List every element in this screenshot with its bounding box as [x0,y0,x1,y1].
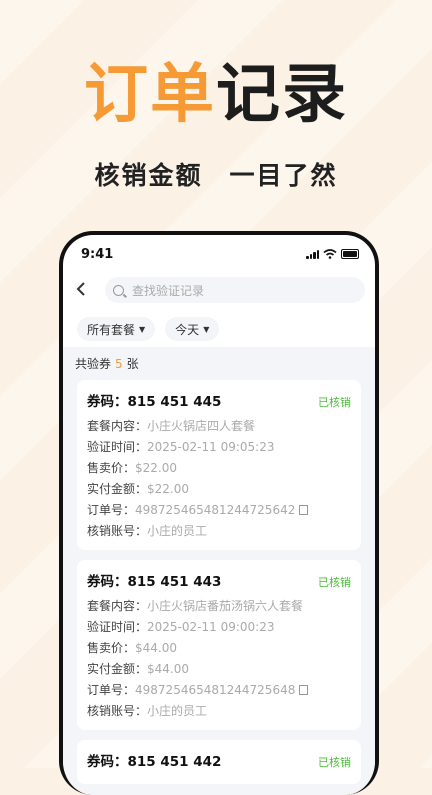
sale-price-row: 售卖价：$22.00 [87,458,351,479]
hero-title: 订单记录 [0,58,432,132]
top-bar: 查找验证记录 [63,273,375,307]
row-label: 验证时间： [87,620,148,634]
battery-icon [341,249,359,259]
paid-amount-row: 实付金额：$44.00 [87,659,351,680]
hero-subtitle: 核销金额 一目了然 [94,161,338,190]
filter-package-label: 所有套餐 [87,322,136,337]
search-input[interactable]: 查找验证记录 [105,277,365,303]
back-button[interactable] [75,280,95,300]
account-row: 核销账号：小庄的员工 [87,701,351,722]
hero: 订单记录 核销金额 一目了然 [0,58,432,192]
package-content-row: 套餐内容：小庄火锅店番茄汤锅六人套餐 [87,596,351,617]
row-value: 498725465481244725642 [135,503,296,517]
signal-icon [306,249,319,259]
row-value: 小庄火锅店番茄汤锅六人套餐 [147,599,304,613]
row-label: 订单号： [87,503,136,517]
filter-date-label: 今天 [175,322,200,337]
row-value: $44.00 [135,641,178,655]
filter-bar: 所有套餐 ▼ 今天 ▼ [63,307,375,349]
caret-down-icon: ▼ [139,324,146,334]
sale-price-row: 售卖价：$44.00 [87,638,351,659]
voucher-code: 券码：815 451 443 [87,570,351,590]
chevron-left-icon [76,282,85,296]
status-icons [306,249,359,259]
copy-icon[interactable] [299,685,309,695]
row-label: 套餐内容： [87,599,148,613]
count-prefix: 共验券 [75,357,112,371]
row-value: 2025-02-11 09:00:23 [147,620,275,634]
record-card[interactable]: 券码：815 451 443 已核销 套餐内容：小庄火锅店番茄汤锅六人套餐 验证… [77,560,361,730]
row-value: $44.00 [147,662,190,676]
row-label: 套餐内容： [87,419,148,433]
record-card[interactable]: 券码：815 451 442 已核销 [77,740,361,784]
order-number-row: 订单号：498725465481244725648 [87,680,351,701]
order-number-row: 订单号：498725465481244725642 [87,500,351,521]
row-value: 498725465481244725648 [135,683,296,697]
hero-title-main: 记录 [216,58,348,132]
row-label: 订单号： [87,683,136,697]
record-list: 共验券 5 张 券码：815 451 445 已核销 套餐内容：小庄火锅店四人套餐 … [63,347,375,795]
voucher-code: 券码：815 451 445 [87,390,351,410]
row-label: 核销账号： [87,704,148,718]
verify-time-row: 验证时间：2025-02-11 09:00:23 [87,617,351,638]
row-value: $22.00 [135,461,178,475]
hero-title-highlight: 订单 [84,58,216,132]
status-time: 9:41 [81,246,114,262]
voucher-code: 券码：815 451 442 [87,750,351,770]
voucher-code-value: 815 451 443 [127,574,222,590]
phone-frame: 9:41 查找验证记录 所有套餐 ▼ 今天 ▼ 共验券 5 张 券码：815 4… [59,231,379,795]
paid-amount-row: 实付金额：$22.00 [87,479,351,500]
row-label: 售卖价： [87,641,136,655]
status-bar: 9:41 [63,235,375,273]
row-value: 小庄的员工 [147,524,208,538]
row-label: 验证时间： [87,440,148,454]
row-value: $22.00 [147,482,190,496]
account-row: 核销账号：小庄的员工 [87,521,351,542]
row-label: 实付金额： [87,482,148,496]
row-label: 售卖价： [87,461,136,475]
row-label: 核销账号： [87,524,148,538]
row-value: 小庄的员工 [147,704,208,718]
search-icon [113,284,124,296]
caret-down-icon: ▼ [203,324,210,334]
record-card[interactable]: 券码：815 451 445 已核销 套餐内容：小庄火锅店四人套餐 验证时间：2… [77,380,361,550]
count-number: 5 [115,357,123,371]
filter-date-dropdown[interactable]: 今天 ▼ [165,317,220,341]
voucher-code-label: 券码： [87,574,128,590]
voucher-code-label: 券码： [87,394,128,410]
filter-package-dropdown[interactable]: 所有套餐 ▼ [77,317,156,341]
row-value: 小庄火锅店四人套餐 [147,419,256,433]
copy-icon[interactable] [299,505,309,515]
package-content-row: 套餐内容：小庄火锅店四人套餐 [87,416,351,437]
record-count: 共验券 5 张 [63,347,375,380]
count-suffix: 张 [126,357,139,371]
status-badge: 已核销 [318,396,351,409]
row-value: 2025-02-11 09:05:23 [147,440,275,454]
verify-time-row: 验证时间：2025-02-11 09:05:23 [87,437,351,458]
status-badge: 已核销 [318,576,351,589]
row-label: 实付金额： [87,662,148,676]
wifi-icon [323,249,337,259]
voucher-code-value: 815 451 445 [127,394,222,410]
search-placeholder: 查找验证记录 [132,283,205,298]
